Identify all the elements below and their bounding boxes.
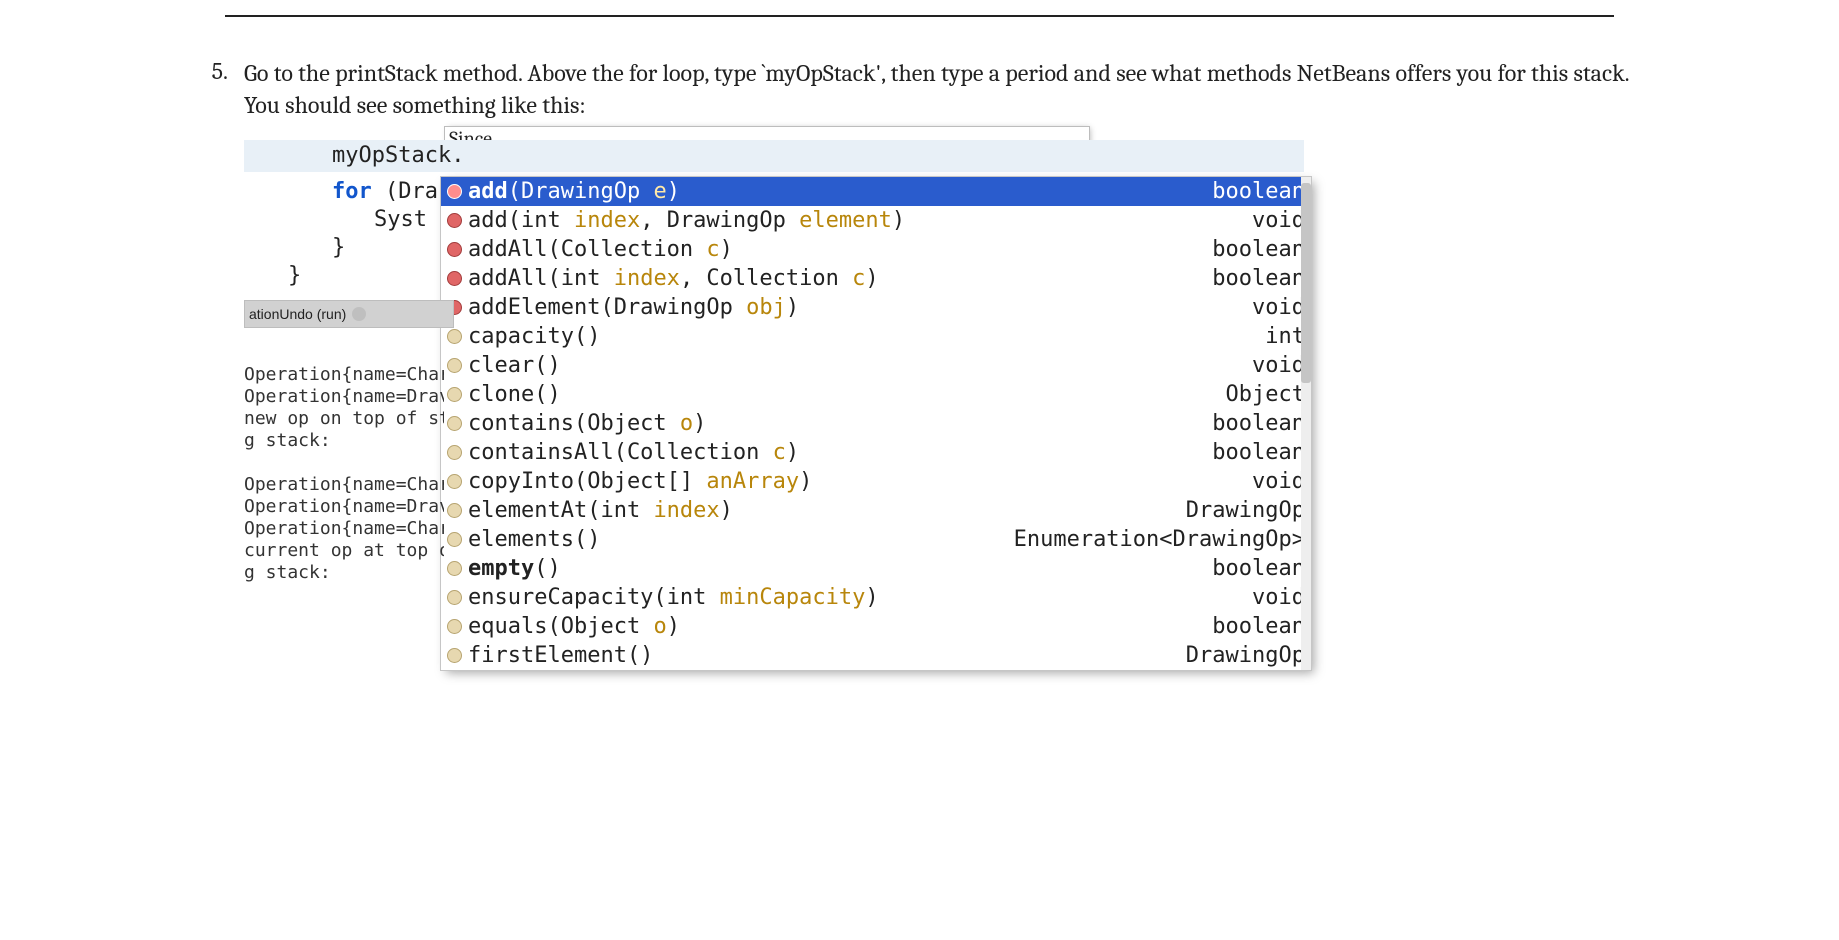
method-visibility-icon bbox=[447, 271, 462, 286]
method-visibility-icon bbox=[447, 590, 462, 605]
code-brace: } bbox=[288, 263, 301, 288]
method-signature: equals(Object o) bbox=[468, 612, 1204, 641]
method-visibility-icon bbox=[447, 184, 462, 199]
output-tab-label: ationUndo (run) bbox=[249, 300, 346, 328]
method-signature: add(int index, DrawingOp element) bbox=[468, 206, 1244, 235]
code-brace: } bbox=[332, 235, 345, 260]
autocomplete-item[interactable]: addAll(Collection c) boolean bbox=[441, 235, 1311, 264]
return-type: boolean bbox=[1212, 177, 1305, 206]
return-type: void bbox=[1252, 206, 1305, 235]
list-item-5: 5. Go to the printStack method. Above th… bbox=[170, 57, 1669, 122]
method-signature: addAll(int index, Collection c) bbox=[468, 264, 1204, 293]
autocomplete-item[interactable]: add(int index, DrawingOp element) void bbox=[441, 206, 1311, 235]
method-visibility-icon bbox=[447, 619, 462, 634]
autocomplete-item[interactable]: firstElement() DrawingOp bbox=[441, 641, 1311, 670]
typed-code: myOpStack. bbox=[332, 143, 464, 168]
method-visibility-icon bbox=[447, 213, 462, 228]
keyword-for: for bbox=[332, 179, 372, 204]
output-panel: ationUndo (run) Operation{name=Char Oper… bbox=[244, 300, 1304, 584]
output-body: Operation{name=Char Operation{name=Drav … bbox=[244, 328, 444, 584]
return-type: DrawingOp bbox=[1186, 641, 1305, 670]
method-signature: add(DrawingOp e) bbox=[468, 177, 1204, 206]
output-tab[interactable]: ationUndo (run) bbox=[244, 300, 454, 328]
method-visibility-icon bbox=[447, 242, 462, 257]
method-signature: addAll(Collection c) bbox=[468, 235, 1204, 264]
autocomplete-item[interactable]: addAll(int index, Collection c) boolean bbox=[441, 264, 1311, 293]
autocomplete-item[interactable]: ensureCapacity(int minCapacity) void bbox=[441, 583, 1311, 612]
code-text: Syst bbox=[374, 207, 427, 232]
autocomplete-item[interactable]: equals(Object o) boolean bbox=[441, 612, 1311, 641]
return-type: void bbox=[1252, 583, 1305, 612]
method-signature: firstElement() bbox=[468, 641, 1178, 670]
code-editor[interactable]: myOpStack. for (Dra Syst } } add(Drawing… bbox=[244, 140, 1304, 290]
return-type: boolean bbox=[1212, 264, 1305, 293]
method-signature: ensureCapacity(int minCapacity) bbox=[468, 583, 1244, 612]
code-text: (Dra bbox=[372, 179, 438, 204]
top-rule bbox=[225, 0, 1614, 17]
screenshot: Since. myOpStack. for (Dra Syst } } add(… bbox=[244, 140, 1304, 584]
close-icon[interactable] bbox=[352, 307, 366, 321]
return-type: boolean bbox=[1212, 235, 1305, 264]
return-type: boolean bbox=[1212, 612, 1305, 641]
method-visibility-icon bbox=[447, 648, 462, 663]
autocomplete-item[interactable]: add(DrawingOp e) boolean bbox=[441, 177, 1311, 206]
list-number: 5. bbox=[170, 57, 244, 85]
instruction-text: Go to the printStack method. Above the f… bbox=[244, 57, 1669, 122]
